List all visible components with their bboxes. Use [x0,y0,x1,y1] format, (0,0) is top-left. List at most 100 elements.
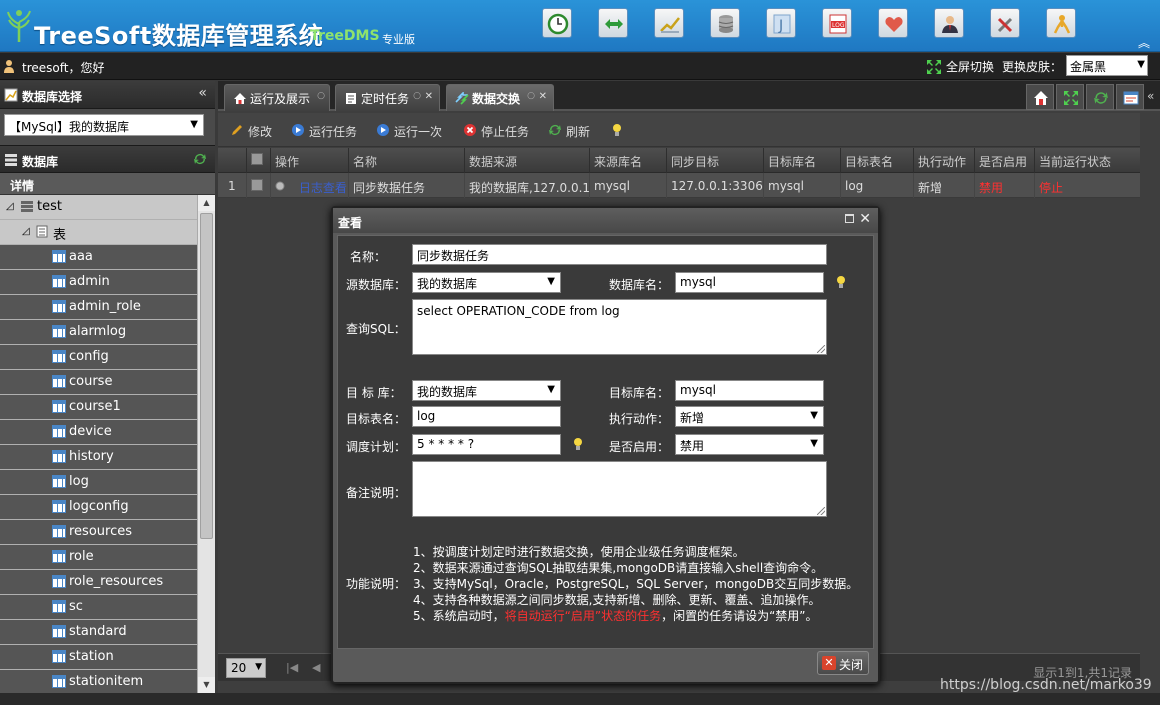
tab-menu-button[interactable] [1116,84,1144,110]
tree-node-table[interactable]: resources [0,520,197,545]
sql-textarea[interactable]: select OPERATION_CODE from log [412,299,827,355]
col-header[interactable]: 是否启用 [974,148,1034,173]
col-header[interactable]: 名称 [348,148,464,173]
fullscreen-icon [927,59,941,74]
tools-icon[interactable] [990,8,1020,38]
tree-node-test[interactable]: ◿ test [0,195,197,220]
db-name-input[interactable]: mysql [675,272,824,293]
page-size-select[interactable]: 20 ▼ [226,658,266,678]
resize-grip-icon[interactable] [817,345,825,353]
edit-button[interactable]: 修改 [230,123,272,140]
tree-node-table[interactable]: stationitem [0,670,197,693]
scroll-down-icon[interactable]: ▼ [198,677,215,693]
target-dbname-input[interactable]: mysql [675,380,824,401]
source-db-cell: mysql [589,173,666,198]
col-header[interactable]: 执行动作 [913,148,974,173]
action-select[interactable]: 新增 ▼ [675,406,824,427]
detail-header: 详情 [0,173,215,195]
tree-node-table[interactable]: station [0,645,197,670]
tab-scroll-icon[interactable]: « [1144,84,1160,110]
refresh-button[interactable]: 刷新 [548,123,590,140]
tree-node-table[interactable]: role [0,545,197,570]
run-once-button[interactable]: 运行一次 [376,123,442,140]
lightbulb-icon[interactable] [836,275,846,289]
maximize-button[interactable] [1056,84,1084,110]
schedule-input[interactable]: 5 * * * * ? [412,434,561,455]
tree-node-table[interactable]: course [0,370,197,395]
tree-node-table[interactable]: standard [0,620,197,645]
target-table-input[interactable]: log [412,406,561,427]
col-header[interactable]: 当前运行状态 [1034,148,1120,173]
select-all-header[interactable] [246,148,270,173]
col-header[interactable]: 来源库名 [589,148,666,173]
target-db-select[interactable]: 我的数据库 ▼ [412,380,561,401]
resize-grip-icon[interactable] [817,507,825,515]
log-icon[interactable]: LOG [822,8,852,38]
edit-label: 修改 [248,125,273,139]
col-header[interactable]: 数据来源 [464,148,589,173]
tree-node-table[interactable]: logconfig [0,495,197,520]
lightbulb-icon[interactable] [573,437,583,451]
col-header[interactable]: 目标库名 [763,148,840,173]
database-icon[interactable] [710,8,740,38]
tree-node-table[interactable]: sc [0,595,197,620]
home-button[interactable] [1026,84,1054,110]
enabled-select[interactable]: 禁用 ▼ [675,434,824,455]
row-checkbox-cell[interactable] [246,173,270,198]
tree-node-table[interactable]: admin [0,270,197,295]
collapse-left-icon[interactable]: « [198,85,207,101]
tree-node-table[interactable]: aaa [0,245,197,270]
source-db-select[interactable]: 我的数据库 ▼ [412,272,561,293]
heart-icon[interactable] [878,8,908,38]
person-icon[interactable] [1046,8,1076,38]
stop-task-button[interactable]: 停止任务 [463,123,529,140]
tree-node-table[interactable]: log [0,470,197,495]
col-header[interactable]: 目标表名 [840,148,913,173]
tree-node-table[interactable]: role_resources [0,570,197,595]
db-select[interactable]: 【MySql】我的数据库 ▼ [4,114,204,136]
name-input[interactable]: 同步数据任务 [412,244,827,265]
skin-select[interactable]: 金属黑 ▼ [1066,55,1148,76]
tree-node-tables[interactable]: ◿ 表 [0,220,197,245]
remark-textarea[interactable] [412,461,827,517]
tree-scrollbar[interactable]: ▲ ▼ [197,195,215,693]
row-checkbox[interactable] [251,179,263,191]
tree-node-table[interactable]: admin_role [0,295,197,320]
tree-node-table[interactable]: alarmlog [0,320,197,345]
maximize-icon[interactable] [845,214,854,223]
j-icon[interactable]: J [766,8,796,38]
table-row[interactable]: 1 日志查看 同步数据任务 我的数据库,127.0.0.1:3306 mysql… [218,173,1140,198]
func-label: 功能说明： [346,577,407,591]
collapse-header-icon[interactable]: ︽ [1138,34,1150,51]
user-icon[interactable] [934,8,964,38]
reload-button[interactable] [1086,84,1114,110]
view-log-link[interactable]: 日志查看 [299,181,347,195]
close-icon[interactable]: ✕ [425,91,433,102]
tree-node-table[interactable]: course1 [0,395,197,420]
first-page-icon[interactable]: |◀ [286,661,298,674]
prev-page-icon[interactable]: ◀ [312,661,320,674]
tab-data-exchange[interactable]: 数据交换 ○ ✕ [446,84,554,111]
expand-icon[interactable]: ◿ [22,226,30,237]
close-icon[interactable]: ✕ [539,91,547,102]
tree-node-table[interactable]: device [0,420,197,445]
run-task-button[interactable]: 运行任务 [291,123,357,140]
col-header[interactable]: 同步目标 [666,148,763,173]
col-header[interactable]: 操作 [270,148,348,173]
fullscreen-toggle[interactable]: 全屏切换 [926,58,994,75]
tree-node-table[interactable]: history [0,445,197,470]
expand-icon[interactable]: ◿ [6,201,14,212]
clock-icon[interactable] [542,8,572,38]
scroll-up-icon[interactable]: ▲ [198,195,215,211]
chevron-down-icon: ▼ [190,119,198,130]
scroll-thumb[interactable] [200,213,213,539]
tab-scheduled-tasks[interactable]: 定时任务 ○ ✕ [335,84,440,111]
tab-run-display[interactable]: 运行及展示 ○ [224,84,330,111]
tree-node-table[interactable]: config [0,345,197,370]
chart-icon[interactable] [654,8,684,38]
close-icon[interactable]: ✕ [859,211,871,227]
select-all-checkbox[interactable] [251,153,263,165]
refresh-icon[interactable] [193,152,207,166]
close-button[interactable]: ✕ 关闭 [817,651,869,675]
swap-icon[interactable] [598,8,628,38]
